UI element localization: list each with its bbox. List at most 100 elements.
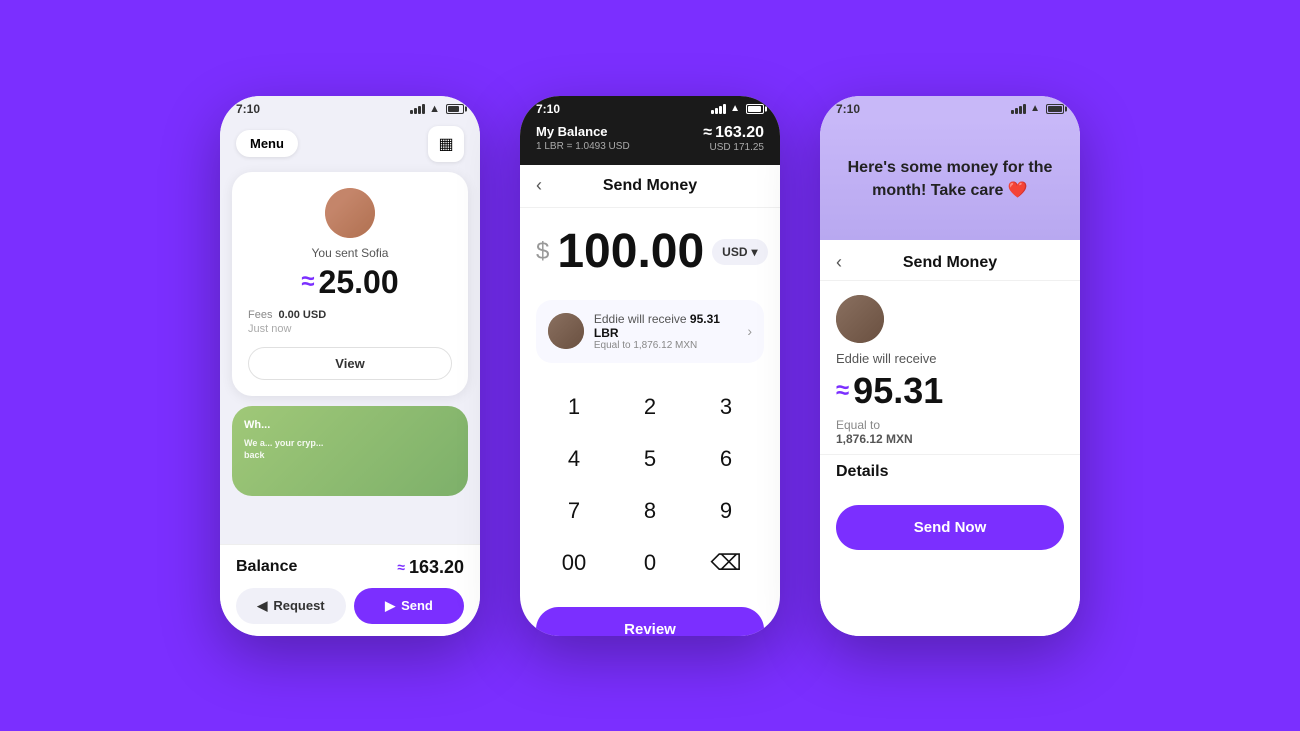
num-9-button[interactable]: 9 [694, 487, 758, 535]
timestamp: Just now [248, 323, 452, 335]
send-money-panel: ‹ Send Money Eddie will receive ≈ 95.31 … [820, 240, 1080, 636]
fees-label: Fees [248, 309, 272, 321]
action-buttons: ◀ Request ▶ Send [236, 588, 464, 624]
signal-icon [410, 104, 425, 114]
expand-icon: › [747, 323, 752, 339]
num-1-button[interactable]: 1 [542, 383, 606, 431]
details-section: Details [820, 454, 1080, 495]
status-icons-1: ▲ [410, 103, 464, 115]
time-2: 7:10 [536, 102, 560, 116]
numpad-row-3: 7 8 9 [536, 487, 764, 535]
phone2-screen-header: ‹ Send Money [520, 165, 780, 208]
eddie-avatar [836, 295, 884, 343]
numpad: 1 2 3 4 5 6 7 8 9 00 0 ⌫ [520, 375, 780, 599]
recipient-info: Eddie will receive 95.31 LBR Equal to 1,… [548, 312, 747, 351]
details-title: Details [836, 463, 1064, 481]
balance-label: Balance [236, 558, 297, 576]
eddie-section: Eddie will receive ≈ 95.31 Equal to 1,87… [820, 281, 1080, 454]
exchange-rate-label: Equal to 1,876.12 MXN [594, 340, 747, 351]
phone3-screen-header: ‹ Send Money [820, 240, 1080, 281]
usd-subtext: USD 171.25 [703, 142, 764, 153]
screen-title-2: Send Money [603, 177, 697, 195]
wifi-icon-2: ▲ [730, 103, 740, 114]
status-bar-3: 7:10 ▲ [820, 96, 1080, 120]
backspace-button[interactable]: ⌫ [694, 539, 758, 587]
recipient-card[interactable]: Eddie will receive 95.31 LBR Equal to 1,… [536, 300, 764, 363]
recipient-name: Eddie will receive 95.31 LBR [594, 312, 747, 340]
status-bar-1: 7:10 ▲ [220, 96, 480, 120]
main-amount: 100.00 [557, 228, 704, 276]
num-00-button[interactable]: 00 [542, 539, 606, 587]
balance-row: Balance ≈ 163.20 [236, 557, 464, 578]
num-6-button[interactable]: 6 [694, 435, 758, 483]
promo-desc: We a... your cryp... back [244, 437, 340, 462]
time-1: 7:10 [236, 102, 260, 116]
num-4-button[interactable]: 4 [542, 435, 606, 483]
screen-title-3: Send Money [903, 254, 997, 272]
phone1-bottom: Balance ≈ 163.20 ◀ Request ▶ Send [220, 544, 480, 636]
promo-card: Wh... We a... your cryp... back [232, 406, 468, 496]
time-3: 7:10 [836, 102, 860, 116]
num-8-button[interactable]: 8 [618, 487, 682, 535]
dollar-sign: $ [536, 238, 549, 266]
num-2-button[interactable]: 2 [618, 383, 682, 431]
battery-icon-2 [746, 104, 764, 114]
num-7-button[interactable]: 7 [542, 487, 606, 535]
recipient-avatar [548, 313, 584, 349]
phone-1: 7:10 ▲ Menu ▦ You sent Sofia ≈ 25 [220, 96, 480, 636]
approx-icon: ≈ [301, 268, 314, 296]
exchange-rate: 1 LBR = 1.0493 USD [536, 141, 630, 152]
currency-selector[interactable]: USD ▾ [712, 239, 767, 265]
sent-amount: ≈ 25.00 [248, 264, 452, 301]
approx-icon-top: ≈ [703, 124, 712, 142]
eddie-will-label: Eddie will receive [836, 351, 1064, 366]
my-balance-label: My Balance [536, 124, 630, 139]
promo-message: Here's some money for the month! Take ca… [836, 157, 1064, 202]
fees-amount: 0.00 USD [278, 309, 326, 321]
eddie-amount: ≈ 95.31 [836, 370, 1064, 412]
battery-icon [446, 104, 464, 114]
name-prefix: Eddie will receive [594, 312, 690, 326]
mxn-value: 1,876.12 MXN [836, 432, 1064, 446]
signal-icon-2 [711, 104, 726, 114]
phone2-topbar: My Balance 1 LBR = 1.0493 USD ≈ 163.20 U… [520, 120, 780, 165]
numpad-row-1: 1 2 3 [536, 383, 764, 431]
eddie-approx-icon: ≈ [836, 377, 849, 405]
num-0-button[interactable]: 0 [618, 539, 682, 587]
numpad-row-2: 4 5 6 [536, 435, 764, 483]
amount-section: $ 100.00 USD ▾ [520, 208, 780, 300]
eddie-amount-value: 95.31 [853, 370, 943, 412]
back-button-3[interactable]: ‹ [836, 252, 842, 273]
qr-icon: ▦ [438, 134, 453, 154]
qr-button[interactable]: ▦ [428, 126, 464, 162]
numpad-row-4: 00 0 ⌫ [536, 539, 764, 587]
equal-to-label: Equal to [836, 418, 1064, 432]
num-5-button[interactable]: 5 [618, 435, 682, 483]
amount-display: $ 100.00 USD ▾ [536, 228, 764, 276]
balance-amount: ≈ 163.20 [397, 557, 464, 578]
phone-3: 7:10 ▲ Here's some money for the month! … [820, 96, 1080, 636]
num-3-button[interactable]: 3 [694, 383, 758, 431]
promo-text: Wh... We a... your cryp... back [232, 406, 352, 475]
phone-2: 7:10 ▲ My Balance 1 LBR = 1.0493 USD ≈ 1… [520, 96, 780, 636]
view-button[interactable]: View [248, 347, 452, 380]
balance-tilde-icon: ≈ [397, 559, 405, 575]
sofia-avatar [325, 188, 375, 238]
send-icon: ▶ [385, 598, 395, 614]
send-now-button[interactable]: Send Now [836, 505, 1064, 550]
topbar-amount: ≈ 163.20 [703, 124, 764, 142]
sent-label: You sent Sofia [248, 246, 452, 260]
my-balance-section: My Balance 1 LBR = 1.0493 USD [536, 124, 630, 152]
request-button[interactable]: ◀ Request [236, 588, 346, 624]
wifi-icon: ▲ [429, 103, 440, 115]
send-button[interactable]: ▶ Send [354, 588, 464, 624]
balance-value: 163.20 [409, 557, 464, 578]
recipient-text: Eddie will receive 95.31 LBR Equal to 1,… [594, 312, 747, 351]
review-button[interactable]: Review [536, 607, 764, 636]
menu-button[interactable]: Menu [236, 130, 298, 157]
transaction-card: You sent Sofia ≈ 25.00 Fees 0.00 USD Jus… [232, 172, 468, 396]
status-icons-2: ▲ [711, 103, 764, 114]
status-icons-3: ▲ [1011, 103, 1064, 114]
phone1-header: Menu ▦ [220, 120, 480, 172]
back-button-2[interactable]: ‹ [536, 175, 542, 196]
